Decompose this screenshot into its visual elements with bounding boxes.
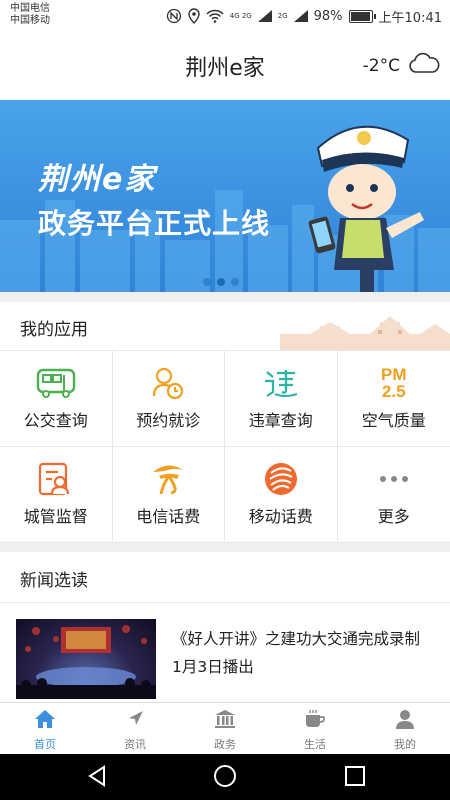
promo-banner[interactable]: 荆州e家 政务平台正式上线 — [0, 100, 450, 292]
tab-news[interactable]: 资讯 — [90, 703, 180, 755]
my-apps-header: 我的应用 — [0, 302, 450, 351]
tab-label: 我的 — [394, 738, 416, 751]
app-more[interactable]: 更多 — [337, 447, 450, 543]
tab-government[interactable]: 政务 — [180, 703, 270, 755]
wifi-icon — [206, 9, 224, 23]
app-label: 违章查询 — [248, 411, 313, 430]
app-label: 移动话费 — [248, 507, 313, 526]
app-header: 荆州e家 -2°C — [0, 32, 450, 101]
tab-profile[interactable]: 我的 — [360, 703, 450, 755]
app-label: 更多 — [377, 507, 410, 526]
location-icon — [188, 8, 200, 24]
app-label: 城管监督 — [23, 507, 88, 526]
government-icon — [214, 709, 236, 733]
cloud-icon — [408, 52, 440, 79]
tab-label: 政务 — [214, 738, 236, 751]
app-label: 预约就诊 — [136, 411, 201, 430]
signal-label-2: 2G — [277, 11, 288, 20]
carousel-dot[interactable] — [203, 278, 211, 286]
pm25-icon: PM 2.5 — [374, 365, 414, 401]
banner-slogan: 政务平台正式上线 — [38, 207, 271, 240]
carrier-1: 中国电信 — [10, 3, 50, 14]
tab-label: 资讯 — [124, 738, 146, 751]
doctor-appointment-icon — [148, 365, 188, 401]
news-section-title: 新闻选读 — [20, 571, 88, 591]
telecom-icon — [148, 461, 188, 497]
news-header: 新闻选读 — [0, 552, 450, 603]
system-nav-bar — [0, 754, 450, 800]
app-mobile-bill[interactable]: 移动话费 — [225, 447, 338, 543]
battery-icon — [348, 9, 376, 23]
cup-icon — [304, 709, 326, 733]
city-management-icon — [36, 461, 76, 497]
clock: 上午10:41 — [378, 10, 442, 26]
landmark-illustration — [280, 316, 450, 350]
temperature: -2°C — [362, 55, 400, 76]
weather-widget[interactable]: -2°C — [363, 52, 440, 79]
user-icon — [395, 709, 415, 733]
app-telecom-bill[interactable]: 电信话费 — [112, 447, 225, 543]
nfc-icon — [166, 8, 182, 24]
status-icons: 4G 2G 2G 98% 上午10:41 — [166, 6, 442, 26]
signal-icon-1 — [257, 10, 272, 22]
traffic-violation-icon — [261, 365, 301, 401]
my-apps-title: 我的应用 — [20, 320, 88, 340]
tab-label: 生活 — [304, 738, 326, 751]
stage-image — [16, 625, 156, 699]
carousel-dot[interactable] — [231, 278, 239, 286]
compass-icon — [125, 709, 145, 733]
news-thumbnail — [16, 619, 156, 699]
home-button-icon[interactable] — [213, 764, 237, 792]
home-icon — [34, 709, 56, 733]
app-label: 电信话费 — [136, 507, 201, 526]
news-item[interactable]: 《好人开讲》之建功大交通完成录制 1月3日播出 — [0, 603, 450, 702]
news-section: 新闻选读 《好人开讲》之建功大交通完成录制 1月3日播出 — [0, 552, 450, 702]
tab-life[interactable]: 生活 — [270, 703, 360, 755]
signal-label-1: 4G 2G — [229, 11, 252, 20]
back-icon[interactable] — [86, 764, 108, 792]
battery-fill — [350, 11, 370, 21]
bottom-tab-bar: 首页 资讯 政务 生活 我的 — [0, 702, 450, 755]
tab-label: 首页 — [34, 738, 56, 751]
signal-icon-2 — [293, 10, 308, 22]
battery-percent: 98% — [313, 8, 343, 24]
app-city-management[interactable]: 城管监督 — [0, 447, 113, 543]
apps-grid: 公交查询 预约就诊 违章查询 PM 2.5 空气质量 城管监督 电信话费 移动话… — [0, 351, 450, 543]
status-bar: 中国电信 中国移动 4G 2G 2G 98% 上午10:41 — [0, 0, 450, 32]
app-bus-query[interactable]: 公交查询 — [0, 351, 113, 447]
pm-value-text: 2.5 — [381, 382, 406, 401]
app-doctor-appointment[interactable]: 预约就诊 — [112, 351, 225, 447]
app-traffic-violation[interactable]: 违章查询 — [225, 351, 338, 447]
news-headline: 《好人开讲》之建功大交通完成录制 1月3日播出 — [172, 630, 421, 676]
carousel-indicator[interactable] — [203, 278, 239, 286]
recents-icon[interactable] — [344, 764, 366, 792]
carrier-2: 中国移动 — [10, 15, 50, 26]
app-label: 空气质量 — [361, 411, 426, 430]
carousel-dot[interactable] — [217, 278, 225, 286]
my-apps-section: 我的应用 公交查询 预约就诊 违章查询 PM 2.5 空气质量 城管监督 电信话… — [0, 302, 450, 543]
app-air-quality[interactable]: PM 2.5 空气质量 — [337, 351, 450, 447]
banner-logo: 荆州e家 — [38, 162, 157, 197]
carrier-info: 中国电信 中国移动 — [10, 3, 50, 27]
mobile-icon — [261, 461, 301, 497]
bus-icon — [36, 365, 76, 401]
tab-home[interactable]: 首页 — [0, 703, 90, 755]
app-label: 公交查询 — [23, 411, 88, 430]
more-icon — [374, 461, 414, 497]
pm-text: PM — [381, 365, 407, 384]
